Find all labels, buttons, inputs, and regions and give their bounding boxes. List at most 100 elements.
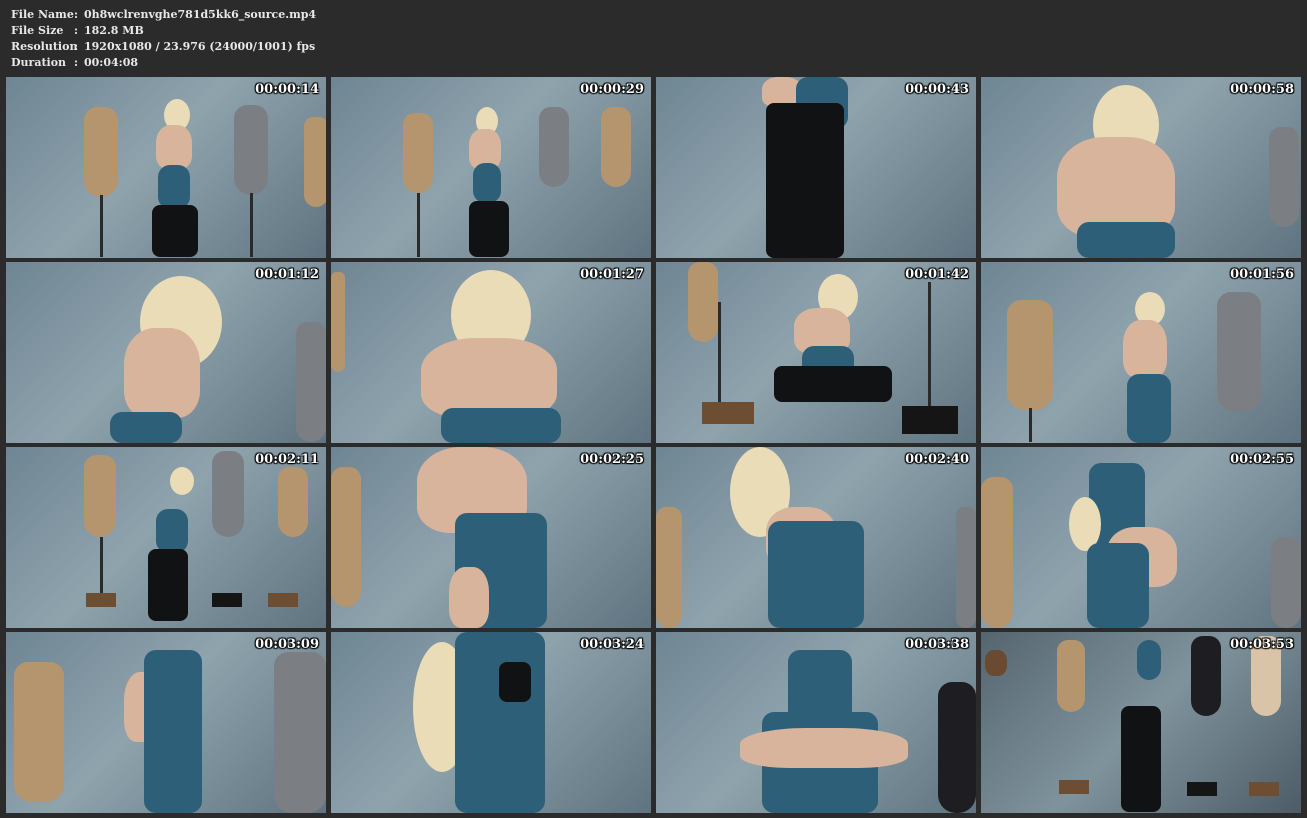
mannequin-torso [304, 117, 326, 207]
model-torso [124, 328, 200, 418]
mannequin-torso [331, 272, 345, 372]
thumbnail-timestamp: 00:02:25 [580, 452, 644, 467]
file-name-value: 0h8wclrenvghe781d5kk6_source.mp4 [84, 8, 317, 21]
video-thumbnail[interactable]: 00:00:58 [981, 77, 1301, 258]
model-torso [156, 125, 192, 169]
file-name-label: File Name [11, 8, 74, 21]
separator: : [74, 56, 79, 69]
latex-stockings [1121, 706, 1161, 812]
duration-label: Duration [11, 56, 67, 69]
model-torso [421, 338, 557, 418]
latex-stockings [469, 201, 509, 257]
thumbnail-timestamp: 00:02:55 [1230, 452, 1294, 467]
latex-garment [110, 412, 182, 443]
mannequin-base [902, 406, 958, 434]
mannequin-torso [84, 107, 118, 197]
latex-mask [499, 662, 531, 702]
mannequin-torso [84, 455, 116, 537]
file-info-panel: File Name : 0h8wclrenvghe781d5kk6_source… [11, 7, 316, 71]
mannequin-torso [1271, 537, 1301, 628]
mannequin-torso [403, 113, 433, 193]
mannequin-base [1059, 780, 1089, 794]
thumbnail-grid: 00:00:14 00:00:29 00:00:43 00:00:58 00:0… [6, 77, 1301, 813]
mannequin-torso [234, 105, 268, 195]
latex-hood [1137, 640, 1161, 680]
video-thumbnail[interactable]: 00:02:11 [6, 447, 326, 628]
separator: : [74, 24, 79, 37]
video-thumbnail[interactable]: 00:00:43 [656, 77, 976, 258]
latex-leggings [766, 103, 844, 258]
video-thumbnail[interactable]: 00:03:53 [981, 632, 1301, 813]
thumbnail-timestamp: 00:03:09 [255, 637, 319, 652]
mannequin-stand [250, 193, 253, 257]
video-thumbnail[interactable]: 00:02:40 [656, 447, 976, 628]
mannequin-torso [938, 682, 976, 813]
thumbnail-timestamp: 00:01:42 [905, 267, 969, 282]
latex-leggings [152, 205, 198, 257]
latex-stockings [148, 549, 188, 621]
thumbnail-timestamp: 00:03:53 [1230, 637, 1294, 652]
mannequin-torso [981, 477, 1013, 628]
thumbnail-timestamp: 00:01:27 [580, 267, 644, 282]
thumbnail-timestamp: 00:01:12 [255, 267, 319, 282]
file-size-row: File Size : 182.8 MB [11, 23, 316, 39]
latex-garment [156, 509, 188, 553]
video-thumbnail[interactable]: 00:03:24 [331, 632, 651, 813]
duration-row: Duration : 00:04:08 [11, 55, 316, 71]
thumbnail-timestamp: 00:03:24 [580, 637, 644, 652]
latex-garment [158, 165, 190, 209]
mannequin-base [1249, 782, 1279, 796]
mannequin-torso [296, 322, 326, 442]
mannequin-torso [14, 662, 64, 802]
model-arms [740, 728, 908, 768]
video-thumbnail[interactable]: 00:00:14 [6, 77, 326, 258]
latex-hood-dress [455, 632, 545, 813]
mannequin-torso [1217, 292, 1261, 412]
mannequin-base [702, 402, 754, 424]
latex-leggings [774, 366, 892, 402]
mannequin-base [212, 593, 242, 607]
separator: : [74, 8, 79, 21]
latex-garment [1077, 222, 1175, 258]
video-thumbnail[interactable]: 00:02:25 [331, 447, 651, 628]
file-size-label: File Size [11, 24, 64, 37]
model-torso [1123, 320, 1167, 378]
model-leg [449, 567, 489, 628]
video-thumbnail[interactable]: 00:03:09 [6, 632, 326, 813]
mannequin-torso [688, 262, 718, 342]
mannequin-torso [274, 652, 326, 813]
mannequin-stand [100, 537, 103, 597]
mannequin-stand [718, 302, 721, 406]
video-thumbnail[interactable]: 00:00:29 [331, 77, 651, 258]
video-thumbnail[interactable]: 00:02:55 [981, 447, 1301, 628]
thumbnail-timestamp: 00:01:56 [1230, 267, 1294, 282]
mannequin-base [268, 593, 298, 607]
latex-hood-dress [144, 650, 202, 813]
latex-garment [1127, 374, 1171, 443]
latex-garment [441, 408, 561, 443]
mannequin-torso [1269, 127, 1299, 227]
video-thumbnail[interactable]: 00:01:12 [6, 262, 326, 443]
mannequin-torso [1057, 640, 1085, 712]
video-thumbnail[interactable]: 00:01:42 [656, 262, 976, 443]
video-thumbnail[interactable]: 00:01:56 [981, 262, 1301, 443]
latex-garment [473, 163, 501, 203]
thumbnail-timestamp: 00:00:43 [905, 82, 969, 97]
video-thumbnail[interactable]: 00:01:27 [331, 262, 651, 443]
mannequin-torso [656, 507, 682, 628]
mannequin-torso [278, 467, 308, 537]
model-hair [170, 467, 194, 495]
latex-garment [1087, 543, 1149, 628]
mannequin-torso [212, 451, 244, 537]
file-size-value: 182.8 MB [84, 24, 144, 37]
separator: : [74, 40, 79, 53]
mannequin-torso [539, 107, 569, 187]
thumbnail-timestamp: 00:02:40 [905, 452, 969, 467]
thumbnail-timestamp: 00:00:14 [255, 82, 319, 97]
mannequin-base [86, 593, 116, 607]
mannequin-stand [100, 195, 103, 257]
thumbnail-timestamp: 00:00:29 [580, 82, 644, 97]
mannequin-torso [601, 107, 631, 187]
mannequin-stand [1029, 408, 1032, 442]
video-thumbnail[interactable]: 00:03:38 [656, 632, 976, 813]
